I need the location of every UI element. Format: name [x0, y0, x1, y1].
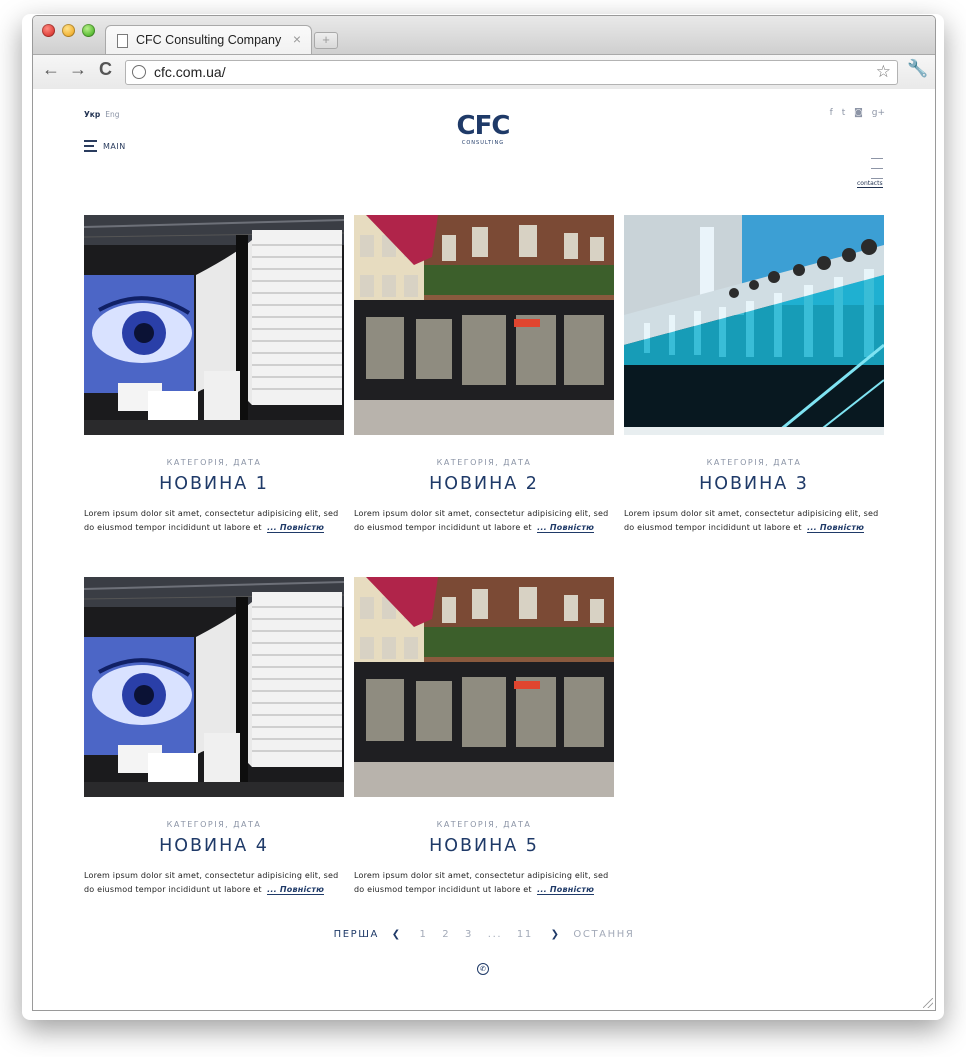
- news-excerpt: Lorem ipsum dolor sit amet, consectetur …: [354, 871, 609, 895]
- news-image-storefront[interactable]: [354, 215, 614, 435]
- instagram-icon[interactable]: ◙: [854, 108, 863, 118]
- title-bar: CFC Consulting Company × +: [33, 16, 935, 55]
- back-button[interactable]: ←: [42, 59, 60, 80]
- bookmark-star-icon[interactable]: ☆: [876, 62, 891, 82]
- chevron-right-icon[interactable]: ❯: [551, 929, 561, 940]
- wrench-icon[interactable]: 🔧: [907, 59, 928, 79]
- url-text[interactable]: cfc.com.ua/: [154, 64, 226, 80]
- news-image-storefront[interactable]: [354, 577, 614, 797]
- menu-label: MAIN: [103, 142, 126, 151]
- lang-eng-link[interactable]: Eng: [105, 110, 119, 119]
- browser-tab[interactable]: CFC Consulting Company ×: [105, 25, 312, 55]
- new-tab-button[interactable]: +: [314, 32, 338, 49]
- news-excerpt: Lorem ipsum dolor sit amet, consectetur …: [354, 509, 609, 533]
- lang-ukr-link[interactable]: Укр: [84, 110, 100, 119]
- close-window-button[interactable]: [42, 24, 55, 37]
- web-page: Укр Eng MAIN CFC CONSULTING f t ◙ g+ cont…: [33, 89, 935, 1010]
- news-image-eye-exhibition[interactable]: [84, 577, 344, 797]
- resize-handle[interactable]: [923, 998, 933, 1008]
- news-title[interactable]: НОВИНА 5: [354, 836, 614, 856]
- language-switcher: Укр Eng: [84, 110, 120, 119]
- news-category: КАТЕГОРІЯ, ДАТА: [436, 458, 532, 467]
- pagination-last[interactable]: ОСТАННЯ: [573, 929, 634, 940]
- address-bar[interactable]: cfc.com.ua/ ☆: [125, 60, 898, 85]
- news-image-eye-exhibition[interactable]: [84, 215, 344, 435]
- document-icon: [117, 34, 128, 48]
- read-more-link[interactable]: ... Повністю: [267, 523, 325, 533]
- google-plus-icon[interactable]: g+: [872, 108, 885, 118]
- phone-icon[interactable]: ✆: [477, 963, 489, 975]
- news-title[interactable]: НОВИНА 1: [84, 474, 344, 494]
- news-category: КАТЕГОРІЯ, ДАТА: [166, 458, 262, 467]
- pagination: ПЕРША ❮ 1 2 3 ... 11 ❯ ОСТАННЯ: [33, 929, 935, 940]
- contacts-link[interactable]: contacts: [857, 180, 883, 188]
- twitter-icon[interactable]: t: [842, 108, 846, 118]
- facebook-icon[interactable]: f: [830, 108, 833, 118]
- read-more-link[interactable]: ... Повністю: [807, 523, 865, 533]
- browser-toolbar: ← → C cfc.com.ua/ ☆ 🔧: [33, 54, 935, 90]
- forward-button[interactable]: →: [69, 59, 87, 80]
- news-excerpt: Lorem ipsum dolor sit amet, consectetur …: [624, 509, 879, 533]
- social-links: f t ◙ g+: [824, 108, 885, 118]
- read-more-link[interactable]: ... Повністю: [267, 885, 325, 895]
- site-logo[interactable]: CFC CONSULTING: [455, 113, 511, 146]
- minimize-window-button[interactable]: [62, 24, 75, 37]
- news-excerpt: Lorem ipsum dolor sit amet, consectetur …: [84, 509, 339, 533]
- page-link[interactable]: 11: [517, 929, 533, 940]
- chevron-left-icon[interactable]: ❮: [392, 929, 402, 940]
- news-title[interactable]: НОВИНА 4: [84, 836, 344, 856]
- page-link[interactable]: 3: [465, 929, 473, 940]
- logo-subtitle: CONSULTING: [461, 140, 505, 146]
- read-more-link[interactable]: ... Повністю: [537, 885, 595, 895]
- news-category: КАТЕГОРІЯ, ДАТА: [166, 820, 262, 829]
- pagination-first[interactable]: ПЕРША: [334, 929, 379, 940]
- page-ellipsis: ...: [487, 929, 503, 940]
- news-category: КАТЕГОРІЯ, ДАТА: [706, 458, 802, 467]
- news-excerpt: Lorem ipsum dolor sit amet, consectetur …: [84, 871, 339, 895]
- browser-window: CFC Consulting Company × + ← → C cfc.com…: [32, 15, 936, 1011]
- page-link[interactable]: 1: [420, 929, 428, 940]
- news-image-glass-display[interactable]: [624, 215, 884, 435]
- tab-close-icon[interactable]: ×: [293, 31, 301, 47]
- globe-icon: [132, 65, 146, 79]
- news-title[interactable]: НОВИНА 2: [354, 474, 614, 494]
- news-category: КАТЕГОРІЯ, ДАТА: [436, 820, 532, 829]
- logo-text: CFC: [456, 111, 511, 141]
- zoom-window-button[interactable]: [82, 24, 95, 37]
- news-title[interactable]: НОВИНА 3: [624, 474, 884, 494]
- read-more-link[interactable]: ... Повністю: [537, 523, 595, 533]
- tab-title: CFC Consulting Company: [136, 33, 282, 47]
- reload-button[interactable]: C: [99, 59, 112, 80]
- page-link[interactable]: 2: [442, 929, 450, 940]
